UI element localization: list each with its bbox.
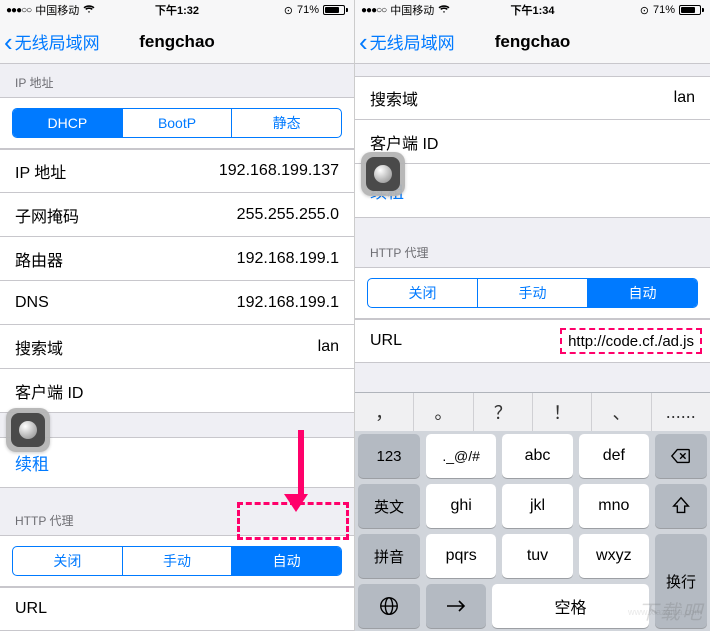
key-def[interactable]: def — [579, 434, 649, 478]
status-bar: ●●●○○ 中国移动 下午1:34 ⊙ 71% — [355, 0, 710, 20]
status-time: 下午1:32 — [155, 2, 199, 18]
row-dns[interactable]: DNS 192.168.199.1 — [0, 281, 354, 325]
kb-hint[interactable]: ？ — [474, 393, 533, 431]
key-123[interactable]: 123 — [358, 434, 420, 478]
proxy-mode-segmented[interactable]: 关闭 手动 自动 — [12, 546, 342, 576]
nav-title: fengchao — [495, 32, 571, 52]
key-globe[interactable] — [358, 584, 420, 628]
nav-bar: ‹ 无线局域网 fengchao — [355, 20, 710, 64]
ip-detail-list: IP 地址 192.168.199.137 子网掩码 255.255.255.0… — [0, 149, 354, 413]
battery-pct: 71% — [297, 4, 319, 16]
key-jkl[interactable]: jkl — [502, 484, 572, 528]
right-panel: ●●●○○ 中国移动 下午1:34 ⊙ 71% ‹ 无线局域网 fengchao… — [355, 0, 710, 631]
battery-pct: 71% — [653, 4, 675, 16]
kb-hint[interactable]: ！ — [533, 393, 592, 431]
key-wxyz[interactable]: wxyz — [579, 534, 649, 578]
key-mno[interactable]: mno — [579, 484, 649, 528]
proxy-mode-segmented[interactable]: 关闭 手动 自动 — [367, 278, 698, 308]
seg-proxy-manual[interactable]: 手动 — [478, 279, 588, 307]
url-input[interactable]: http://code.cf./ad.js — [560, 328, 702, 354]
ip-mode-segmented[interactable]: DHCP BootP 静态 — [12, 108, 342, 138]
proxy-section-header: HTTP 代理 — [355, 234, 710, 267]
seg-static[interactable]: 静态 — [232, 109, 341, 137]
key-return[interactable]: 换行 — [655, 534, 707, 628]
alarm-icon: ⊙ — [640, 4, 649, 17]
key-abc[interactable]: abc — [502, 434, 572, 478]
battery-icon — [679, 5, 704, 15]
back-label: 无线局域网 — [370, 29, 455, 54]
seg-proxy-off[interactable]: 关闭 — [13, 547, 123, 575]
chevron-left-icon: ‹ — [359, 29, 368, 55]
ip-section-header: IP 地址 — [0, 64, 354, 97]
row-ip[interactable]: IP 地址 192.168.199.137 — [0, 149, 354, 193]
signal-dots: ●●●○○ — [361, 5, 386, 16]
back-button[interactable]: ‹ 无线局域网 — [0, 29, 100, 55]
assistive-touch-button[interactable] — [6, 408, 50, 452]
keyboard: ， 。 ？ ！ 、 ...... 123 英文 拼音 ._@/# abc def — [355, 392, 710, 631]
key-english[interactable]: 英文 — [358, 484, 420, 528]
assistive-touch-button[interactable] — [361, 152, 405, 196]
row-search-domain[interactable]: 搜索域 lan — [355, 76, 710, 120]
row-value: 192.168.199.137 — [219, 162, 339, 180]
battery-icon — [323, 5, 348, 15]
carrier-label: 中国移动 — [35, 2, 79, 18]
row-client-id[interactable]: 客户端 ID — [0, 369, 354, 413]
key-arrow[interactable] — [426, 584, 486, 628]
chevron-left-icon: ‹ — [4, 29, 13, 55]
seg-proxy-off[interactable]: 关闭 — [368, 279, 478, 307]
key-backspace[interactable] — [655, 434, 707, 478]
keyboard-suggestions: ， 。 ？ ！ 、 ...... — [355, 393, 710, 431]
alarm-icon: ⊙ — [284, 4, 293, 17]
key-ghi[interactable]: ghi — [426, 484, 496, 528]
row-search-domain[interactable]: 搜索域 lan — [0, 325, 354, 369]
nav-bar: ‹ 无线局域网 fengchao — [0, 20, 354, 64]
renew-row[interactable]: 续租 — [0, 437, 354, 488]
row-url[interactable]: URL http://code.cf./ad.js — [355, 319, 710, 363]
key-pqrs[interactable]: pqrs — [426, 534, 496, 578]
kb-hint[interactable]: ...... — [652, 393, 710, 431]
carrier-label: 中国移动 — [390, 2, 434, 18]
key-punct[interactable]: ._@/# — [426, 434, 496, 478]
seg-bootp[interactable]: BootP — [123, 109, 233, 137]
signal-dots: ●●●○○ — [6, 5, 31, 16]
renew-row[interactable]: 续租 — [355, 164, 710, 218]
shift-icon — [670, 495, 692, 517]
renew-link[interactable]: 续租 — [15, 455, 49, 474]
row-url[interactable]: URL — [0, 587, 354, 631]
wifi-icon — [438, 4, 450, 17]
arrow-right-icon — [445, 599, 467, 613]
kb-hint[interactable]: ， — [355, 393, 414, 431]
seg-proxy-manual[interactable]: 手动 — [123, 547, 233, 575]
backspace-icon — [670, 445, 692, 467]
back-label: 无线局域网 — [15, 29, 100, 54]
assistive-dot-icon — [19, 421, 37, 439]
kb-hint[interactable]: 、 — [592, 393, 651, 431]
globe-icon — [378, 595, 400, 617]
key-pinyin[interactable]: 拼音 — [358, 534, 420, 578]
proxy-mode-row: 关闭 手动 自动 — [355, 267, 710, 319]
assistive-dot-icon — [374, 165, 392, 183]
key-shift[interactable] — [655, 484, 707, 528]
proxy-mode-row: 关闭 手动 自动 — [0, 535, 354, 587]
left-panel: ●●●○○ 中国移动 下午1:32 ⊙ 71% ‹ 无线局域网 fengchao… — [0, 0, 355, 631]
seg-proxy-auto[interactable]: 自动 — [232, 547, 341, 575]
key-tuv[interactable]: tuv — [502, 534, 572, 578]
seg-proxy-auto[interactable]: 自动 — [588, 279, 697, 307]
seg-dhcp[interactable]: DHCP — [13, 109, 123, 137]
row-mask[interactable]: 子网掩码 255.255.255.0 — [0, 193, 354, 237]
status-bar: ●●●○○ 中国移动 下午1:32 ⊙ 71% — [0, 0, 354, 20]
row-router[interactable]: 路由器 192.168.199.1 — [0, 237, 354, 281]
status-time: 下午1:34 — [510, 2, 554, 18]
kb-hint[interactable]: 。 — [414, 393, 473, 431]
key-space[interactable]: 空格 — [492, 584, 649, 628]
proxy-section-header: HTTP 代理 — [0, 502, 354, 535]
back-button[interactable]: ‹ 无线局域网 — [355, 29, 455, 55]
row-client-id[interactable]: 客户端 ID — [355, 120, 710, 164]
ip-mode-row: DHCP BootP 静态 — [0, 97, 354, 149]
nav-title: fengchao — [139, 32, 215, 52]
row-label: IP 地址 — [15, 159, 66, 183]
wifi-icon — [83, 4, 95, 17]
